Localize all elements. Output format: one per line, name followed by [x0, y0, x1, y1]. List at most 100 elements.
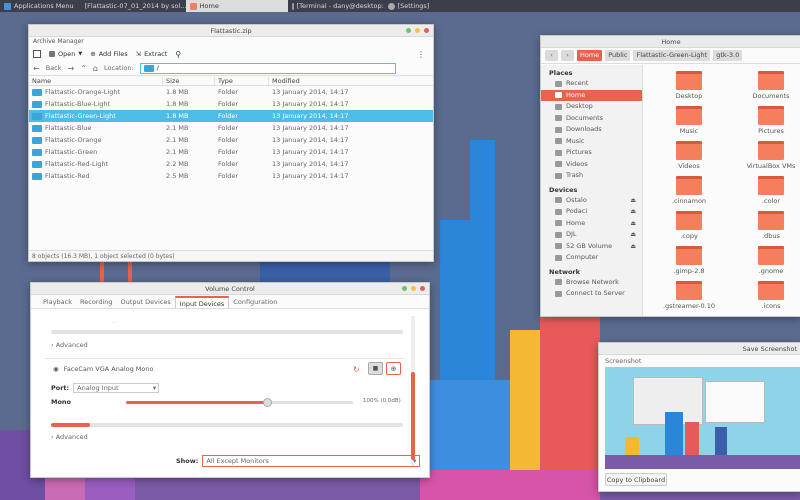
- sidebar-item-music[interactable]: Music: [541, 136, 642, 148]
- taskbar-item-home[interactable]: Home: [185, 0, 288, 12]
- file-item[interactable]: VirtualBox VMs: [731, 141, 800, 170]
- advanced-expander[interactable]: › Advanced: [51, 341, 88, 349]
- eject-icon[interactable]: ⏏: [630, 241, 636, 253]
- maximize-button[interactable]: [411, 286, 416, 291]
- search-icon[interactable]: ⚲: [175, 50, 181, 59]
- sidebar-item-downloads[interactable]: Downloads: [541, 124, 642, 136]
- file-item[interactable]: Pictures: [731, 106, 800, 135]
- port-select[interactable]: Analog Input ▾: [73, 383, 160, 393]
- file-item[interactable]: .cinnamon: [649, 176, 729, 205]
- cell-modified: 13 January 2014, 14:17: [272, 100, 349, 108]
- column-type[interactable]: Type: [215, 76, 269, 85]
- taskbar-item-terminal[interactable]: [Terminal - dany@desktop:~]: [288, 0, 384, 12]
- cell-type: Folder: [218, 160, 239, 168]
- applications-menu[interactable]: Applications Menu: [0, 0, 78, 12]
- sidebar-item-connect-to-server[interactable]: Connect to Server: [541, 288, 642, 300]
- crumb-theme[interactable]: Flattastic-Green-Light: [633, 50, 711, 61]
- column-modified[interactable]: Modified: [269, 77, 433, 85]
- refresh-icon[interactable]: ↻: [353, 365, 360, 374]
- crumb-home[interactable]: Home: [577, 50, 603, 61]
- taskbar-item-settings[interactable]: [Settings]: [384, 0, 434, 12]
- sidebar-item-52-gb-volume[interactable]: 52 GB Volume ⏏: [541, 241, 642, 253]
- copy-to-clipboard-button[interactable]: Copy to Clipboard: [605, 473, 667, 486]
- volume-slider[interactable]: [126, 398, 353, 407]
- table-row[interactable]: Flattastic-Orange 2.1 MB Folder 13 January …: [29, 134, 433, 146]
- sidebar-item-home[interactable]: Home ⏏: [541, 218, 642, 230]
- show-select[interactable]: All Except Monitors ▾: [202, 455, 421, 467]
- eject-icon[interactable]: ⏏: [630, 218, 636, 230]
- table-row[interactable]: Flattastic-Red 2.5 MB Folder 13 January 201…: [29, 170, 433, 182]
- sidebar-item-pictures[interactable]: Pictures: [541, 147, 642, 159]
- table-row[interactable]: Flattastic-Blue-Light 1.8 MB Folder 13 Janu…: [29, 98, 433, 110]
- tab-configuration[interactable]: Configuration: [229, 296, 281, 308]
- column-name[interactable]: Name: [29, 76, 163, 85]
- device-row: ◉ FaceCam VGA Analog Mono: [53, 365, 154, 373]
- back-button[interactable]: Back: [46, 64, 62, 72]
- maximize-button[interactable]: [415, 28, 420, 33]
- tab-playback[interactable]: Playback: [39, 296, 76, 308]
- tab-output-devices[interactable]: Output Devices: [117, 296, 175, 308]
- add-files-button[interactable]: ⊕ Add Files: [90, 50, 127, 58]
- table-row[interactable]: Flattastic-Blue 2.1 MB Folder 13 January 20…: [29, 122, 433, 134]
- file-item[interactable]: Music: [649, 106, 729, 135]
- mute-button[interactable]: ■: [368, 362, 383, 375]
- sidebar-item-documents[interactable]: Documents: [541, 113, 642, 125]
- sidebar-item-trash[interactable]: Trash: [541, 170, 642, 182]
- eject-icon[interactable]: ⏏: [630, 195, 636, 207]
- sidebar-item-browse-network[interactable]: Browse Network: [541, 277, 642, 289]
- crumb-public[interactable]: Public: [605, 50, 631, 61]
- file-item[interactable]: .icons: [731, 281, 800, 310]
- gear-icon[interactable]: ⋮: [417, 50, 425, 59]
- crumb-gtk[interactable]: gtk-3.0: [713, 50, 743, 61]
- tab-input-devices[interactable]: Input Devices: [174, 296, 230, 308]
- chevron-right-icon: ›: [51, 433, 54, 441]
- forward-button[interactable]: ›: [561, 50, 574, 61]
- scrollbar-thumb[interactable]: [411, 372, 415, 460]
- file-item[interactable]: Desktop: [649, 71, 729, 100]
- file-item[interactable]: .color: [731, 176, 800, 205]
- scrollbar[interactable]: [411, 316, 415, 466]
- table-row[interactable]: Flattastic-Red-Light 2.2 MB Folder 13 Janua…: [29, 158, 433, 170]
- table-row[interactable]: Flattastic-Green 2.1 MB Folder 13 January 2…: [29, 146, 433, 158]
- column-size[interactable]: Size: [163, 76, 215, 85]
- file-item[interactable]: Documents: [731, 71, 800, 100]
- file-item[interactable]: .copy: [649, 211, 729, 240]
- forward-arrow-icon[interactable]: →: [67, 64, 74, 73]
- show-row: Show: All Except Monitors ▾: [176, 455, 421, 467]
- home-icon[interactable]: ⌂: [93, 64, 98, 73]
- volume-slider-knob[interactable]: [262, 398, 272, 407]
- close-button[interactable]: [420, 286, 425, 291]
- file-item[interactable]: .gnome: [731, 246, 800, 275]
- advanced-expander[interactable]: › Advanced: [51, 433, 88, 441]
- app-menu-label[interactable]: Archive Manager: [29, 37, 433, 47]
- table-row[interactable]: Flattastic-Green-Light 1.8 MB Folder 13 Jan…: [29, 110, 433, 122]
- sidebar-item-ostalo[interactable]: Ostalo ⏏: [541, 195, 642, 207]
- minimize-button[interactable]: [402, 286, 407, 291]
- back-arrow-icon[interactable]: ←: [33, 64, 40, 73]
- extract-button[interactable]: ⇲ Extract: [136, 50, 168, 58]
- sidebar-item-desktop[interactable]: Desktop: [541, 101, 642, 113]
- open-button[interactable]: Open ▼: [49, 50, 82, 58]
- location-input[interactable]: /: [139, 62, 396, 74]
- sidebar-item-recent[interactable]: Recent: [541, 78, 642, 90]
- back-button[interactable]: ‹: [545, 50, 558, 61]
- eject-icon[interactable]: ⏏: [630, 229, 636, 241]
- file-item[interactable]: Videos: [649, 141, 729, 170]
- eject-icon[interactable]: ⏏: [630, 206, 636, 218]
- close-button[interactable]: [424, 28, 429, 33]
- tab-recording[interactable]: Recording: [76, 296, 117, 308]
- table-row[interactable]: Flattastic-Orange-Light 1.8 MB Folder 13 Ja…: [29, 86, 433, 98]
- lock-button[interactable]: ⊕: [386, 362, 401, 375]
- file-item[interactable]: .gstreamer-0.10: [649, 281, 729, 310]
- taskbar-item-archive[interactable]: [Flattastic-07_01_2014 by sol...: [78, 0, 186, 12]
- new-archive-icon[interactable]: [33, 50, 41, 58]
- sidebar-item-djl[interactable]: DJL ⏏: [541, 229, 642, 241]
- sidebar-item-podaci[interactable]: Podaci ⏏: [541, 206, 642, 218]
- minimize-button[interactable]: [406, 28, 411, 33]
- file-item[interactable]: .dbus: [731, 211, 800, 240]
- up-arrow-icon[interactable]: ⌃: [80, 64, 87, 73]
- sidebar-item-home[interactable]: Home: [541, 89, 642, 101]
- sidebar-item-videos[interactable]: Videos: [541, 159, 642, 171]
- file-item[interactable]: .gimp-2.8: [649, 246, 729, 275]
- sidebar-item-computer[interactable]: Computer: [541, 252, 642, 264]
